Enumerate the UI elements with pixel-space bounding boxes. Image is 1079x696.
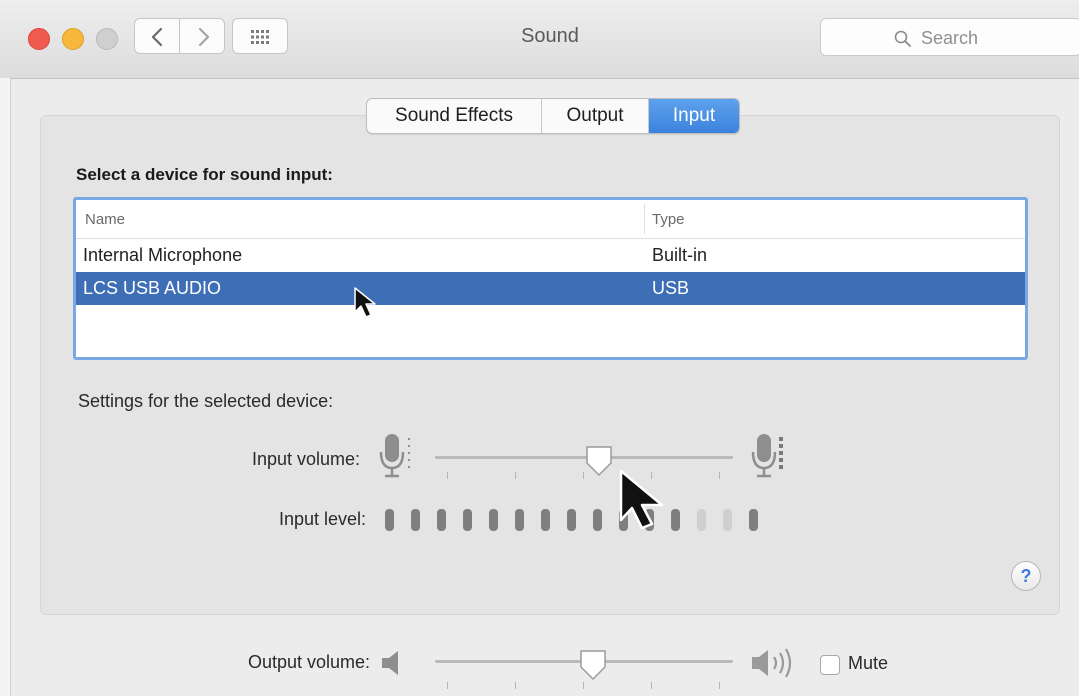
microphone-icon [751, 434, 783, 478]
slider-tick [583, 682, 584, 689]
level-segment [437, 509, 446, 531]
mouse-pointer-icon [354, 287, 376, 318]
title-bar: Sound [0, 0, 1079, 79]
level-segment [385, 509, 394, 531]
output-volume-thumb[interactable] [578, 648, 608, 682]
level-segment [463, 509, 472, 531]
slider-tick [719, 472, 720, 479]
level-segment [567, 509, 576, 531]
level-segment [749, 509, 758, 531]
window-edge [0, 78, 11, 696]
microphone-icon [379, 434, 410, 478]
input-volume-label: Input volume: [251, 449, 360, 469]
table-row[interactable]: Internal Microphone Built-in [76, 239, 1025, 272]
slider-tick [447, 682, 448, 689]
tab-sound-effects[interactable]: Sound Effects [367, 99, 542, 133]
mute-checkbox[interactable] [820, 655, 840, 675]
slider-tick [651, 682, 652, 689]
level-segment [671, 509, 680, 531]
magnifier-icon [894, 30, 911, 47]
device-type: USB [652, 278, 690, 298]
speaker-icon [382, 651, 398, 675]
level-segment [489, 509, 498, 531]
output-volume-label: Output volume: [247, 652, 370, 672]
input-volume-thumb[interactable] [584, 444, 614, 478]
input-level-label: Input level: [278, 509, 366, 529]
level-segment [697, 509, 706, 531]
table-row-selected[interactable]: LCS USB AUDIO USB [76, 272, 1025, 305]
help-button[interactable]: ? [1011, 561, 1041, 591]
device-type: Built-in [652, 245, 708, 265]
column-divider [644, 204, 645, 234]
tab-input[interactable]: Input [649, 99, 739, 133]
slider-tick [515, 472, 516, 479]
level-segment [593, 509, 602, 531]
search-field[interactable] [820, 18, 1079, 56]
column-header-type[interactable]: Type [652, 211, 685, 228]
input-device-table[interactable]: Name Type Internal Microphone Built-in L… [73, 197, 1028, 360]
column-header-name[interactable]: Name [85, 211, 125, 228]
device-settings-heading: Settings for the selected device: [78, 391, 334, 411]
tab-output[interactable]: Output [542, 99, 649, 133]
tab-bar: Sound Effects Output Input [366, 98, 740, 134]
slider-tick [515, 682, 516, 689]
level-segment [515, 509, 524, 531]
level-segment [723, 509, 732, 531]
device-name: Internal Microphone [83, 245, 243, 265]
level-segment [411, 509, 420, 531]
slider-tick [447, 472, 448, 479]
mouse-pointer-icon [619, 469, 664, 530]
speaker-loud-icon [752, 648, 792, 678]
search-input[interactable] [919, 25, 1073, 51]
slider-tick [719, 682, 720, 689]
table-header: Name Type [76, 200, 1025, 239]
input-panel [40, 115, 1060, 615]
device-list-heading: Select a device for sound input: [76, 165, 333, 184]
mute-label: Mute [848, 653, 889, 673]
device-name: LCS USB AUDIO [83, 278, 222, 298]
level-segment [541, 509, 550, 531]
